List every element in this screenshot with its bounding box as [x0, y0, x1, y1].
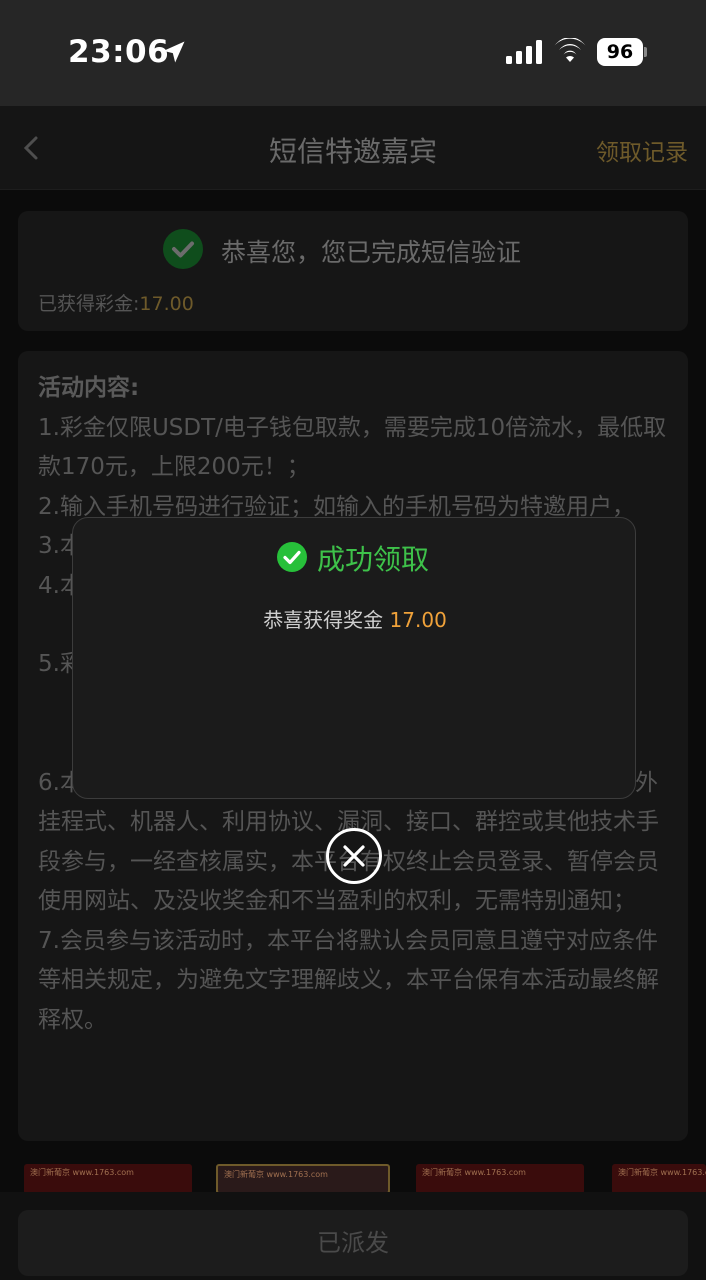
promo-banner-text: 澳门新葡京 www.1763.com — [30, 1168, 134, 1177]
promo-banner[interactable]: 澳门新葡京 www.1763.com — [24, 1164, 192, 1192]
check-circle-icon — [163, 229, 203, 269]
promo-banner-text: 澳门新葡京 www.1763.com — [422, 1168, 526, 1177]
dialog-message-prefix: 恭喜获得奖金 — [263, 608, 384, 632]
bonus-amount: 17.00 — [139, 293, 194, 315]
cellular-signal-icon — [506, 40, 542, 64]
dialog-title: 成功领取 — [317, 543, 430, 576]
battery-tip — [644, 47, 647, 57]
status-time: 23:06 — [68, 34, 170, 70]
close-icon — [343, 845, 365, 867]
dialog-message: 恭喜获得奖金 17.00 — [73, 604, 637, 633]
promo-banner-strip: 澳门新葡京 www.1763.com 澳门新葡京 www.1763.com 澳门… — [0, 1160, 706, 1192]
promo-banner-text: 澳门新葡京 www.1763.com — [618, 1168, 706, 1177]
rules-title: 活动内容: — [38, 375, 140, 401]
promo-banner[interactable]: 澳门新葡京 www.1763.com — [612, 1164, 706, 1192]
dispatched-button[interactable]: 已派发 — [18, 1210, 688, 1276]
nav-bar: 短信特邀嘉宾 领取记录 — [0, 106, 706, 190]
verify-card: 恭喜您，您已完成短信验证 已获得彩金:17.00 — [18, 211, 688, 331]
verify-message: 恭喜您，您已完成短信验证 — [221, 238, 522, 267]
battery-indicator: 96 — [597, 38, 647, 66]
promo-banner[interactable]: 澳门新葡京 www.1763.com — [416, 1164, 584, 1192]
status-bar: 23:06 96 — [0, 0, 706, 106]
rule-item: 7.会员参与该活动时，本平台将默认会员同意且遵守对应条件等相关规定，为避免文字理… — [38, 927, 659, 1033]
rule-item: 1.彩金仅限USDT/电子钱包取款，需要完成10倍流水，最低取款170元，上限2… — [38, 414, 667, 481]
wifi-icon — [554, 38, 586, 62]
bottom-bar: 已派发 — [0, 1192, 706, 1280]
bonus-label: 已获得彩金: — [38, 293, 140, 315]
battery-level: 96 — [597, 38, 643, 66]
location-arrow-icon — [163, 41, 185, 63]
dialog-amount: 17.00 — [389, 608, 447, 632]
claim-record-link[interactable]: 领取记录 — [596, 133, 688, 167]
success-check-icon — [277, 542, 307, 572]
promo-banner-text: 澳门新葡京 www.1763.com — [224, 1170, 328, 1179]
promo-banner[interactable]: 澳门新葡京 www.1763.com — [216, 1164, 390, 1192]
close-dialog-button[interactable] — [326, 828, 382, 884]
bonus-row: 已获得彩金:17.00 — [38, 289, 194, 316]
success-dialog: 成功领取 恭喜获得奖金 17.00 — [72, 517, 636, 799]
